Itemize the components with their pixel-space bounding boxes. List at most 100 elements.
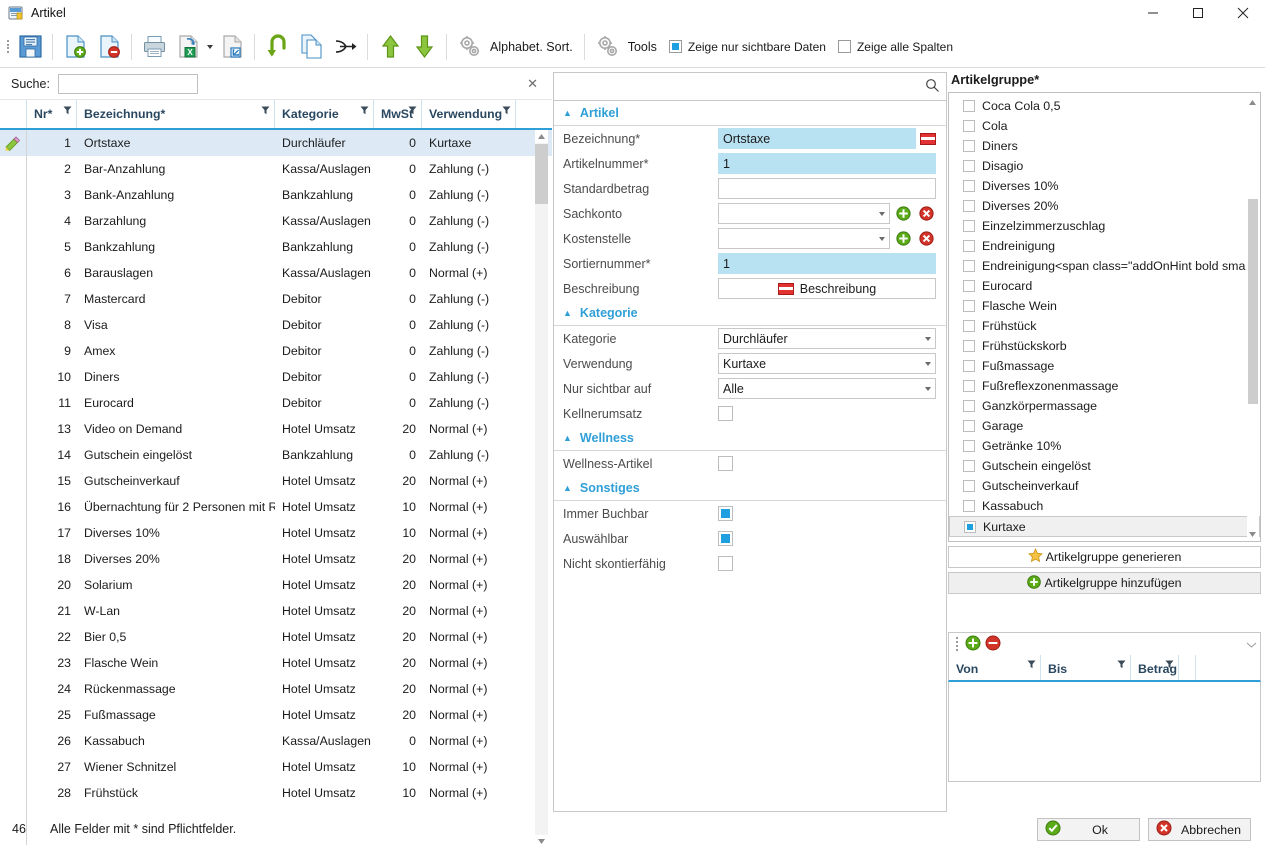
table-row[interactable]: 24 Rückenmassage Hotel Umsatz 20 Normal (+): [0, 676, 552, 702]
list-item[interactable]: Disagio: [949, 156, 1260, 176]
cancel-button[interactable]: Abbrechen: [1148, 818, 1251, 841]
list-item[interactable]: Diners: [949, 136, 1260, 156]
article-group-scrollbar[interactable]: [1247, 94, 1259, 540]
list-item-checkbox[interactable]: [963, 100, 975, 112]
list-item[interactable]: Endreinigung: [949, 236, 1260, 256]
list-item-checkbox[interactable]: [963, 460, 975, 472]
list-item-checkbox[interactable]: [963, 140, 975, 152]
list-item-checkbox[interactable]: [963, 160, 975, 172]
list-item[interactable]: Diverses 20%: [949, 196, 1260, 216]
list-item-checkbox[interactable]: [963, 240, 975, 252]
table-row[interactable]: 17 Diverses 10% Hotel Umsatz 10 Normal (+): [0, 520, 552, 546]
toolbar-grip[interactable]: [3, 33, 13, 61]
filter-funnel-icon[interactable]: [1165, 658, 1174, 672]
price-remove-button[interactable]: [985, 635, 1001, 654]
checkbox-kellnerumsatz[interactable]: [718, 406, 733, 421]
combo-kostenstelle[interactable]: [718, 228, 890, 249]
delete-record-button[interactable]: [92, 30, 126, 64]
checkbox-all-columns[interactable]: Zeige alle Spalten: [832, 40, 959, 54]
chevron-down-icon[interactable]: [925, 386, 931, 391]
move-down-button[interactable]: [407, 30, 441, 64]
chevron-down-icon[interactable]: [925, 361, 931, 366]
list-item[interactable]: Fußreflexzonenmassage: [949, 376, 1260, 396]
list-item[interactable]: Cola: [949, 116, 1260, 136]
list-item-checkbox[interactable]: [963, 180, 975, 192]
list-item-checkbox[interactable]: [963, 220, 975, 232]
table-row[interactable]: 20 Solarium Hotel Umsatz 20 Normal (+): [0, 572, 552, 598]
table-row[interactable]: 15 Gutscheinverkauf Hotel Umsatz 20 Normal (…: [0, 468, 552, 494]
field-artikelnummer[interactable]: 1: [718, 153, 936, 174]
table-row[interactable]: 1 Ortstaxe Durchläufer 0 Kurtaxe: [0, 130, 552, 156]
table-row[interactable]: 28 Frühstück Hotel Umsatz 10 Normal (+): [0, 780, 552, 806]
column-header-von[interactable]: Von: [949, 655, 1041, 680]
scrollbar-track[interactable]: [535, 143, 548, 835]
table-row[interactable]: 27 Wiener Schnitzel Hotel Umsatz 10 Normal (…: [0, 754, 552, 780]
minimize-icon[interactable]: [1130, 0, 1175, 26]
scroll-up-arrow-icon[interactable]: [535, 130, 548, 143]
table-row[interactable]: 8 Visa Debitor 0 Zahlung (-): [0, 312, 552, 338]
table-row[interactable]: 13 Video on Demand Hotel Umsatz 20 Normal (+…: [0, 416, 552, 442]
chevron-down-icon[interactable]: [879, 236, 885, 241]
filter-funnel-icon[interactable]: [1027, 658, 1036, 672]
list-item-checkbox[interactable]: [963, 300, 975, 312]
new-record-button[interactable]: [58, 30, 92, 64]
save-button[interactable]: [13, 30, 47, 64]
list-item[interactable]: Ganzkörpermassage: [949, 396, 1260, 416]
list-item-checkbox[interactable]: [963, 380, 975, 392]
checkbox-nicht-skontierfähig[interactable]: [718, 556, 733, 571]
section-header-sonstiges[interactable]: ▲ Sonstiges: [554, 476, 946, 501]
tools-label[interactable]: Tools: [626, 40, 663, 54]
list-item[interactable]: Diverses 10%: [949, 176, 1260, 196]
column-header-bis[interactable]: Bis: [1041, 655, 1131, 680]
table-row[interactable]: 22 Bier 0,5 Hotel Umsatz 20 Normal (+): [0, 624, 552, 650]
detail-search-input[interactable]: [560, 76, 925, 97]
article-table-scrollbar[interactable]: [535, 130, 548, 845]
add-green-icon[interactable]: [894, 204, 913, 223]
list-item[interactable]: Endreinigung<span class="addOnHint bold …: [949, 256, 1260, 276]
checkbox-auswählbar[interactable]: [718, 531, 733, 546]
table-row[interactable]: 6 Barauslagen Kassa/Auslagen 0 Normal (+): [0, 260, 552, 286]
checkbox-wellness-artikel[interactable]: [718, 456, 733, 471]
all-columns-checkbox-icon[interactable]: [837, 40, 851, 53]
filter-funnel-icon[interactable]: [408, 104, 417, 118]
list-item[interactable]: Gutschein eingelöst: [949, 456, 1260, 476]
list-item-checkbox[interactable]: [963, 200, 975, 212]
checkbox-immer-buchbar[interactable]: [718, 506, 733, 521]
list-item[interactable]: Kassabuch: [949, 496, 1260, 516]
scrollbar-thumb[interactable]: [1248, 199, 1258, 404]
list-item-checkbox[interactable]: [963, 360, 975, 372]
collapse-triangle-up-icon[interactable]: ▲: [563, 483, 572, 493]
list-item-checkbox[interactable]: [964, 520, 976, 533]
column-header-mwst[interactable]: MwSt: [374, 100, 422, 128]
price-add-button[interactable]: [965, 635, 981, 654]
table-row[interactable]: 9 Amex Debitor 0 Zahlung (-): [0, 338, 552, 364]
column-header-kategorie[interactable]: Kategorie: [275, 100, 374, 128]
remove-red-icon[interactable]: [917, 204, 936, 223]
list-item[interactable]: Fußmassage: [949, 356, 1260, 376]
chevron-down-icon[interactable]: [925, 336, 931, 341]
table-row[interactable]: 11 Eurocard Debitor 0 Zahlung (-): [0, 390, 552, 416]
price-grid-body[interactable]: [948, 682, 1261, 782]
checkbox-visible-data[interactable]: Zeige nur sichtbare Daten: [663, 40, 832, 54]
collapse-triangle-up-icon[interactable]: ▲: [563, 308, 572, 318]
table-row[interactable]: 10 Diners Debitor 0 Zahlung (-): [0, 364, 552, 390]
field-standardbetrag[interactable]: [718, 178, 936, 199]
collapse-triangle-up-icon[interactable]: ▲: [563, 433, 572, 443]
list-item[interactable]: Getränke 10%: [949, 436, 1260, 456]
table-row[interactable]: 23 Flasche Wein Hotel Umsatz 20 Normal (+): [0, 650, 552, 676]
list-item-checkbox[interactable]: [963, 480, 975, 492]
list-item[interactable]: Coca Cola 0,5: [949, 96, 1260, 116]
add-green-icon[interactable]: [894, 229, 913, 248]
filter-funnel-icon[interactable]: [1117, 658, 1126, 672]
section-header-kategorie[interactable]: ▲ Kategorie: [554, 301, 946, 326]
table-row[interactable]: 2 Bar-Anzahlung Kassa/Auslagen 0 Zahlung (-): [0, 156, 552, 182]
merge-button[interactable]: [328, 30, 362, 64]
generate-article-group-button[interactable]: Artikelgruppe generieren: [948, 546, 1261, 568]
list-item-checkbox[interactable]: [963, 400, 975, 412]
combo-sachkonto[interactable]: [718, 203, 890, 224]
visible-data-checkbox-icon[interactable]: [668, 40, 682, 53]
add-article-group-button[interactable]: Artikelgruppe hinzufügen: [948, 572, 1261, 594]
table-row[interactable]: 14 Gutschein eingelöst Bankzahlung 0 Zahlung…: [0, 442, 552, 468]
article-group-list[interactable]: Coca Cola 0,5 Cola Diners Disagio Diverses 1…: [948, 92, 1261, 542]
scrollbar-thumb[interactable]: [535, 144, 548, 204]
